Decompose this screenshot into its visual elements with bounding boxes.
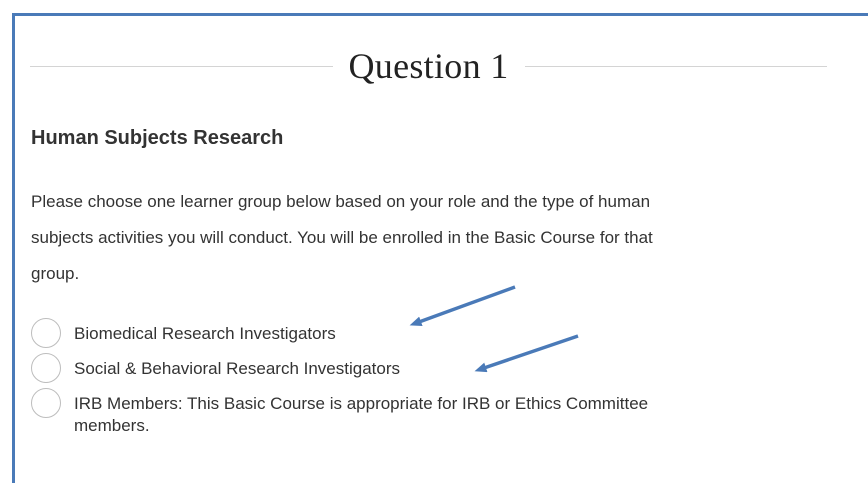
arrow-icon [474, 334, 579, 373]
annotation-arrows [409, 285, 579, 373]
arrow-icon [409, 285, 516, 327]
